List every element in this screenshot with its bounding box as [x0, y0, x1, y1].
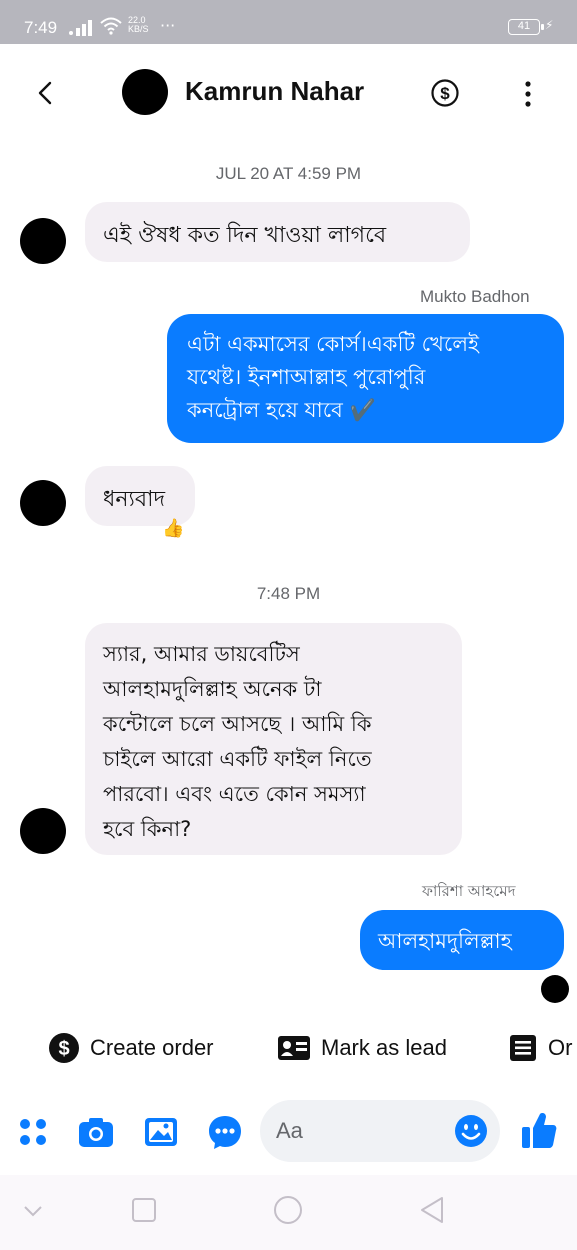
create-order-label: Create order: [90, 1035, 214, 1060]
message-line: পারবো। এবং এতে কোন সমস্যা: [103, 782, 366, 806]
contact-name[interactable]: Kamrun Nahar: [185, 76, 364, 107]
chat-bubble-icon[interactable]: [207, 1114, 243, 1150]
message-line: আলহামদুলিল্লাহ অনেক টা: [103, 677, 322, 701]
sender-name: Mukto Badhon: [420, 287, 530, 306]
svg-text:$: $: [58, 1038, 69, 1060]
message-line: যথেষ্ট। ইনশাআল্লাহ পুরোপুরি: [187, 365, 426, 389]
sender-avatar: [20, 480, 66, 526]
dollar-circle-icon[interactable]: $: [431, 79, 459, 107]
incoming-message[interactable]: ধন্যবাদ: [85, 466, 195, 526]
message-line: চাইলে আরো একটি ফাইল নিতে: [103, 747, 372, 771]
gallery-icon[interactable]: [143, 1114, 179, 1150]
back-icon[interactable]: [418, 1195, 446, 1225]
mark-as-lead-label: Mark as lead: [321, 1035, 447, 1060]
timestamp: 7:48 PM: [256, 584, 321, 603]
create-order-button[interactable]: $ Create order: [48, 1030, 214, 1066]
message-line: কন্টোলে চলে আসছে । আমি কি: [103, 712, 372, 736]
message-line: কনট্রোল হয়ে যাবে ✔️: [187, 398, 376, 422]
emoji-icon[interactable]: [454, 1114, 488, 1148]
camera-icon[interactable]: [78, 1114, 114, 1150]
sender-name: ফারিশা আহমেদ: [422, 882, 516, 900]
status-more: ···: [160, 16, 176, 35]
thumbs-up-reaction[interactable]: 👍: [162, 518, 184, 539]
thumbs-up-icon[interactable]: [520, 1110, 558, 1150]
chevron-down-icon[interactable]: [22, 1203, 44, 1219]
sender-avatar: [20, 808, 66, 854]
outgoing-message[interactable]: এটা একমাসের কোর্স।একটি খেলেই যথেষ্ট। ইনশ…: [167, 314, 564, 443]
id-card-icon: [278, 1036, 310, 1060]
battery-indicator: 41: [508, 19, 544, 35]
composer: Aa: [0, 1090, 577, 1170]
sender-avatar: [20, 218, 66, 264]
message-line: এটা একমাসের কোর্স।একটি খেলেই: [187, 332, 479, 356]
status-time: 7:49: [24, 18, 58, 37]
receipt-icon: [510, 1035, 536, 1061]
outgoing-message[interactable]: আলহামদুলিল্লাহ: [360, 910, 564, 970]
svg-text:$: $: [440, 84, 450, 103]
message-input[interactable]: Aa: [260, 1100, 500, 1162]
message-line: স্যার, আমার ডায়বেটিস: [103, 642, 300, 666]
apps-icon[interactable]: [16, 1114, 52, 1150]
timestamp: JUL 20 AT 4:59 PM: [215, 164, 362, 183]
back-arrow-icon[interactable]: [30, 78, 60, 108]
incoming-message[interactable]: এই ঔষধ কত দিন খাওয়া লাগবে: [85, 202, 470, 262]
recents-icon[interactable]: [131, 1197, 157, 1223]
order-label: Or: [548, 1035, 573, 1060]
net-speed-unit: KB/S: [128, 24, 149, 34]
mark-as-lead-button[interactable]: Mark as lead: [277, 1030, 447, 1066]
home-icon[interactable]: [273, 1195, 303, 1225]
status-bar: 7:49 22.0 KB/S ··· 41 ⚡: [0, 0, 577, 44]
system-nav-bar: [0, 1175, 577, 1250]
dollar-circle-icon: $: [49, 1033, 79, 1063]
seen-avatar: [541, 975, 569, 1003]
signal-icon: [69, 20, 92, 36]
net-speed: 22.0 KB/S: [128, 16, 149, 34]
wifi-icon: [100, 17, 122, 35]
order-button[interactable]: Or: [508, 1030, 572, 1066]
chat-header: Kamrun Nahar $: [0, 44, 577, 144]
contact-avatar[interactable]: [122, 69, 168, 115]
bolt-icon: ⚡: [545, 18, 554, 32]
incoming-message[interactable]: স্যার, আমার ডায়বেটিস আলহামদুলিল্লাহ অনে…: [85, 623, 462, 855]
more-vertical-icon[interactable]: [518, 80, 538, 108]
message-placeholder: Aa: [276, 1118, 303, 1143]
message-line: হবে কিনা?: [103, 817, 192, 841]
